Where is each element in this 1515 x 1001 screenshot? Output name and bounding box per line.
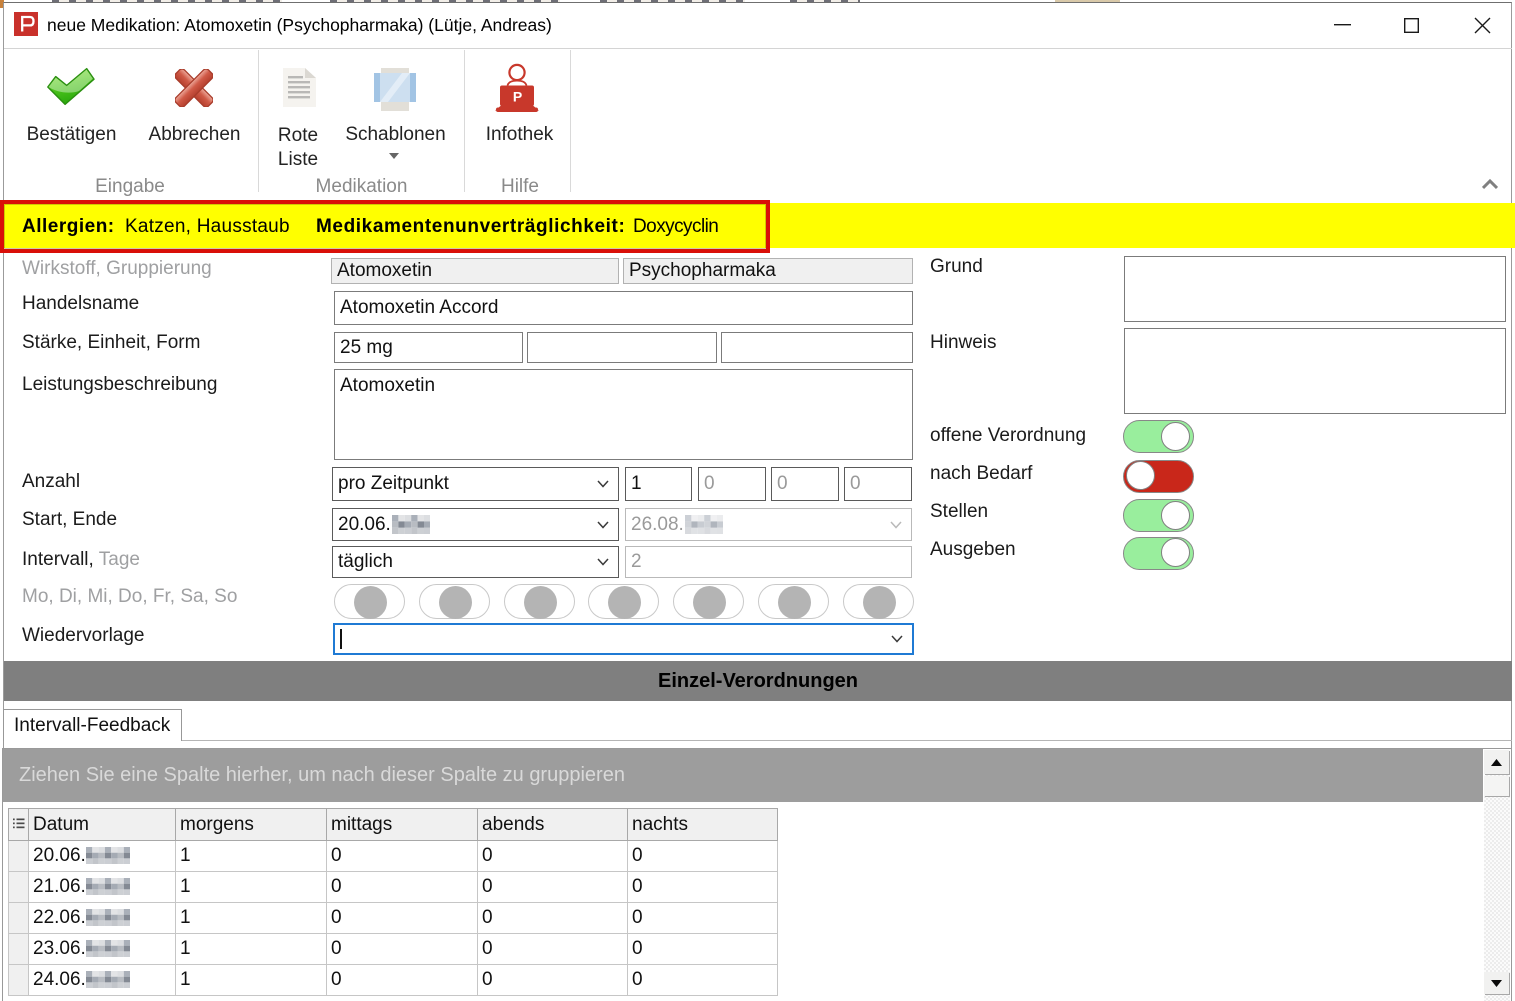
svg-text:P: P [513,89,522,105]
